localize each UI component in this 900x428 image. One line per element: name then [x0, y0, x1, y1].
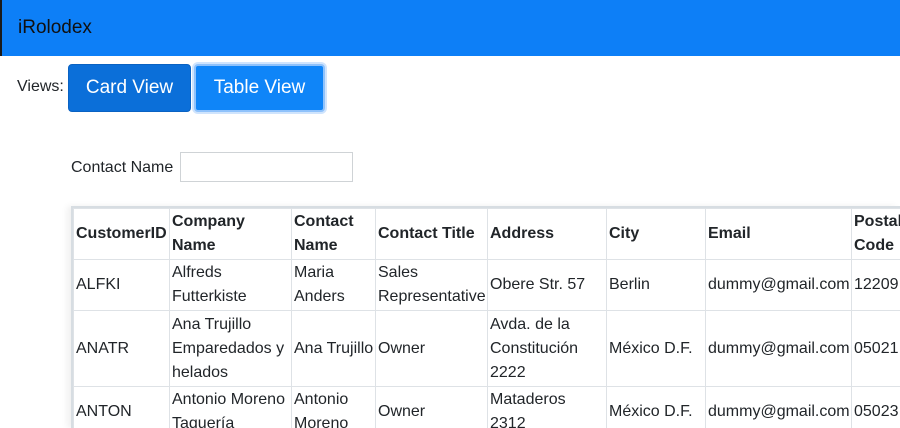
cell-postal-code: 05021: [851, 310, 900, 387]
cell-email: dummy@gmail.com: [705, 386, 852, 428]
cell-customer-id: ALFKI: [73, 259, 170, 311]
table-row: ANTON Antonio Moreno Taquería Antonio Mo…: [73, 386, 900, 428]
header-company-name: Company Name: [169, 208, 292, 260]
app-title[interactable]: iRolodex: [18, 17, 92, 39]
cell-contact-name: Ana Trujillo: [291, 310, 376, 387]
cell-email: dummy@gmail.com: [705, 259, 852, 311]
cell-company-name: Ana Trujillo Emparedados y helados: [169, 310, 292, 387]
cell-customer-id: ANATR: [73, 310, 170, 387]
cell-postal-code: 05023: [851, 386, 900, 428]
header-postal-code: Postal Code: [851, 208, 900, 260]
cell-company-name: Alfreds Futterkiste: [169, 259, 292, 311]
cell-address: Avda. de la Constitución 2222: [487, 310, 607, 387]
customers-table: CustomerID Company Name Contact Name Con…: [71, 206, 900, 428]
cell-contact-title: Owner: [375, 310, 488, 387]
cell-address: Mataderos 2312: [487, 386, 607, 428]
cell-company-name: Antonio Moreno Taquería: [169, 386, 292, 428]
cell-contact-title: Sales Representative: [375, 259, 488, 311]
table-row: ANATR Ana Trujillo Emparedados y helados…: [73, 310, 900, 387]
table-header-row: CustomerID Company Name Contact Name Con…: [73, 208, 900, 260]
header-address: Address: [487, 208, 607, 260]
header-city: City: [606, 208, 706, 260]
header-contact-name: Contact Name: [291, 208, 376, 260]
contact-name-label: Contact Name: [71, 159, 174, 176]
cell-city: Berlin: [606, 259, 706, 311]
cell-email: dummy@gmail.com: [705, 310, 852, 387]
card-view-button[interactable]: Card View: [68, 64, 191, 112]
header-email: Email: [705, 208, 852, 260]
header-contact-title: Contact Title: [375, 208, 488, 260]
contact-name-input[interactable]: [180, 152, 353, 182]
cell-contact-name: Antonio Moreno: [291, 386, 376, 428]
cell-postal-code: 12209: [851, 259, 900, 311]
cell-address: Obere Str. 57: [487, 259, 607, 311]
cell-city: México D.F.: [606, 310, 706, 387]
cell-contact-name: Maria Anders: [291, 259, 376, 311]
table-row: ALFKI Alfreds Futterkiste Maria Anders S…: [73, 259, 900, 311]
table-view-button[interactable]: Table View: [194, 64, 325, 112]
cell-contact-title: Owner: [375, 386, 488, 428]
cell-customer-id: ANTON: [73, 386, 170, 428]
navbar: iRolodex: [0, 0, 900, 56]
cell-city: México D.F.: [606, 386, 706, 428]
views-label: Views:: [17, 78, 64, 95]
header-customer-id: CustomerID: [73, 208, 170, 260]
